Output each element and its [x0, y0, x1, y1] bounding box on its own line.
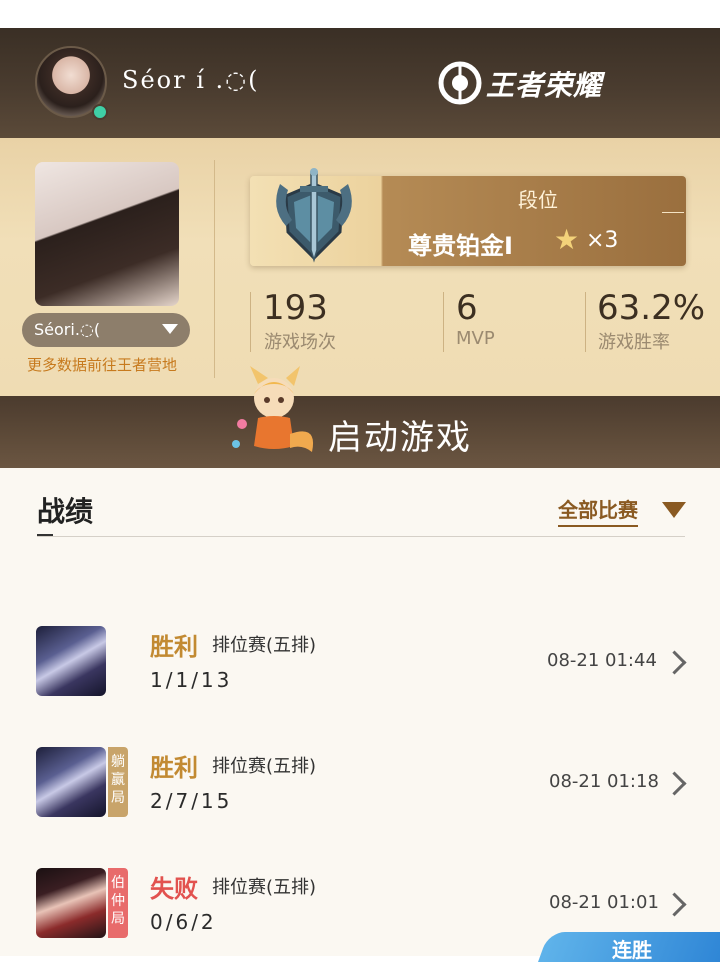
launch-game-label: 启动游戏	[328, 418, 472, 458]
account-selector-label: Séori.◌(	[34, 320, 101, 339]
hero-avatar[interactable]	[36, 626, 106, 696]
records-title-underline	[37, 534, 53, 536]
match-result: 失败	[150, 875, 198, 903]
stat-mvp-label: MVP	[456, 328, 495, 349]
stat-separator	[585, 292, 586, 352]
match-time: 08-21 01:01	[549, 892, 659, 913]
rank-name: 尊贵铂金Ⅰ	[408, 232, 513, 260]
match-tag-badge: 躺赢局	[108, 747, 128, 817]
rank-label: 段位	[518, 188, 558, 212]
match-time: 08-21 01:18	[549, 771, 659, 792]
records-title: 战绩	[37, 495, 94, 528]
stat-winrate-label: 游戏胜率	[598, 332, 670, 353]
caret-down-icon	[162, 324, 178, 334]
stat-games-value: 193	[263, 288, 328, 328]
stat-separator	[250, 292, 251, 352]
match-mode: 排位赛(五排)	[212, 635, 317, 656]
rank-label-line	[662, 212, 684, 213]
profile-photo[interactable]	[35, 162, 179, 306]
stat-mvp-value: 6	[456, 288, 478, 328]
match-kda: 1/1/13	[150, 668, 233, 692]
match-time: 08-21 01:44	[547, 650, 657, 671]
online-status-dot	[92, 104, 108, 120]
match-result: 胜利	[150, 633, 198, 661]
star-icon: ★	[554, 223, 580, 256]
mascot-icon	[232, 366, 314, 452]
rank-star-count: ×3	[586, 228, 619, 253]
caret-down-icon[interactable]	[662, 502, 686, 518]
match-kda: 0/6/2	[150, 910, 217, 934]
camp-data-link[interactable]: 更多数据前往王者营地	[27, 354, 177, 375]
match-kda: 2/7/15	[150, 789, 233, 813]
stat-winrate-value: 63.2%	[597, 288, 706, 328]
match-mode: 排位赛(五排)	[212, 877, 317, 898]
match-tag-badge: 伯仲局	[108, 868, 128, 938]
stat-games-label: 游戏场次	[264, 332, 336, 353]
profile-header	[0, 28, 720, 138]
streak-label: 连胜	[612, 938, 652, 962]
match-result: 胜利	[150, 754, 198, 782]
panel-divider	[214, 160, 215, 378]
match-filter-dropdown[interactable]: 全部比赛	[558, 494, 638, 527]
hero-avatar[interactable]	[36, 868, 106, 938]
records-divider	[37, 536, 685, 537]
match-mode: 排位赛(五排)	[212, 756, 317, 777]
hero-avatar[interactable]	[36, 747, 106, 817]
username: Séor í .◌(	[122, 66, 260, 94]
rank-emblem-icon	[276, 168, 352, 263]
game-logo-text: 王者荣耀	[486, 69, 603, 102]
stat-separator	[443, 292, 444, 352]
